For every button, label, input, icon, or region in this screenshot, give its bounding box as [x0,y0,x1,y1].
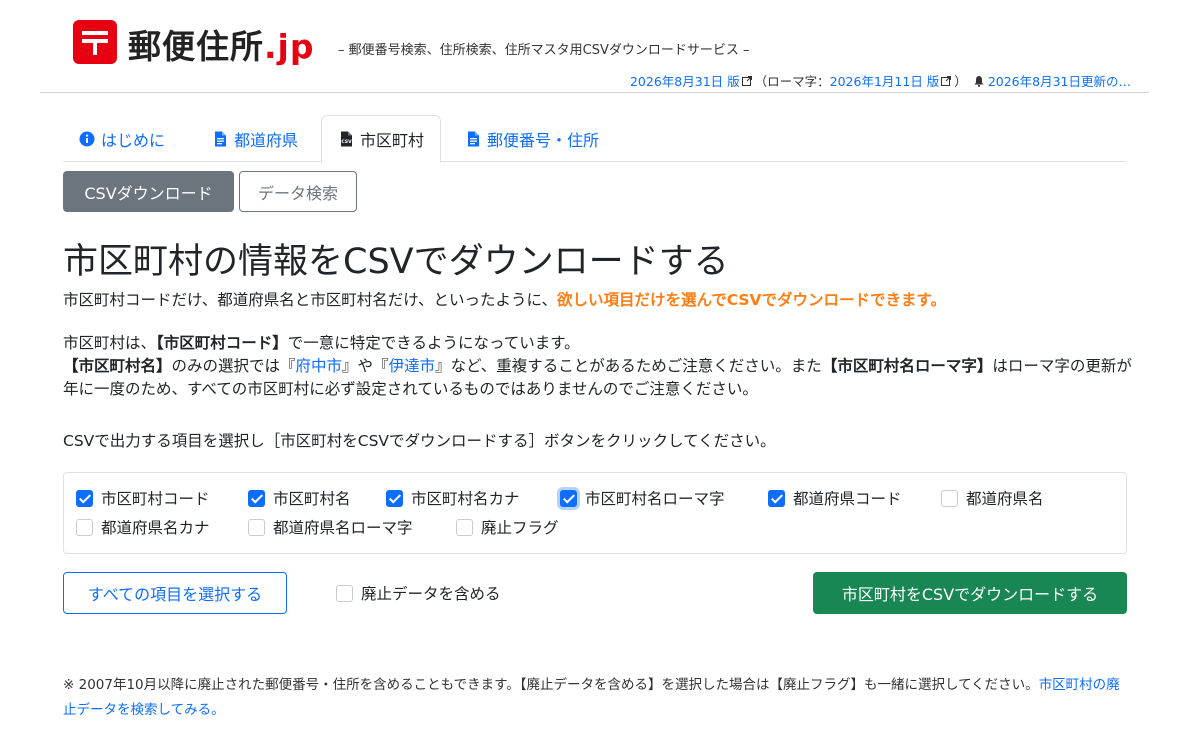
tab-label: 市区町村 [360,131,425,150]
checkbox[interactable] [76,489,93,507]
checkbox[interactable] [386,489,403,507]
page-title: 市区町村の情報をCSVでダウンロードする [63,242,729,282]
lead-text: 市区町村コードだけ、都道府県名と市区町村名だけ、といったように、欲しい項目だけを… [63,291,946,309]
tab-label: はじめに [101,130,166,150]
main-tabs: はじめに 都道府県 CSV 市区町村 郵便番号・住所 [63,115,1127,163]
field-checkbox-municipality-code[interactable]: 市区町村コード [76,487,210,509]
field-checkbox-prefecture-name[interactable]: 都道府県名 [941,487,1044,509]
field-checkbox-prefecture-romaji[interactable]: 都道府県名ローマ字 [248,516,413,538]
checkbox[interactable] [560,489,577,507]
version-info: 2026年8月31日 版 （ローマ字： 2026年1月11日 版 ） 2026年… [630,71,1131,90]
field-checkbox-obsolete-flag[interactable]: 廃止フラグ [456,516,559,538]
site-header: 郵便住所.jp – 郵便番号検索、住所検索、住所マスタ用CSVダウンロードサービ… [40,0,1149,93]
checkbox[interactable] [336,584,353,602]
include-obsolete-checkbox[interactable]: 廃止データを含める [336,582,501,604]
tab-municipalities[interactable]: CSV 市区町村 [321,115,442,163]
checkbox[interactable] [456,518,473,536]
site-brand[interactable]: 郵便住所.jp [128,20,314,68]
svg-text:CSV: CSV [341,139,352,145]
date-city-link[interactable]: 伊達市 [389,357,436,375]
field-checkbox-prefecture-kana[interactable]: 都道府県名カナ [76,516,210,538]
download-csv-button[interactable]: 市区町村をCSVでダウンロードする [813,572,1127,614]
bell-icon [974,75,984,87]
romaji-suffix: ） [954,74,967,89]
field-selection-box: 市区町村コード 市区町村名 市区町村名カナ 市区町村名ローマ字 都道府県コード … [63,472,1127,554]
tab-introduction[interactable]: はじめに [63,115,181,162]
checkbox[interactable] [248,518,265,536]
file-icon [468,131,479,146]
field-checkbox-municipality-romaji[interactable]: 市区町村名ローマ字 [560,487,725,509]
checkbox[interactable] [941,489,958,507]
checkbox[interactable] [248,489,265,507]
footnote: ※ 2007年10月以降に廃止された郵便番号・住所を含めることもできます。【廃止… [63,677,1120,718]
tab-label: 郵便番号・住所 [487,130,600,150]
instruction-text: CSVで出力する項目を選択し［市区町村をCSVでダウンロードする］ボタンをクリッ… [63,432,776,450]
tab-prefectures[interactable]: 都道府県 [196,115,314,162]
brand-tld: .jp [264,27,315,66]
data-search-subnav-button[interactable]: データ検索 [239,171,357,212]
update-news-link[interactable]: 2026年8月31日更新の… [988,71,1131,90]
fuchu-city-link[interactable]: 府中市 [296,357,343,375]
field-checkbox-municipality-name[interactable]: 市区町村名 [248,487,351,509]
field-checkbox-municipality-kana[interactable]: 市区町村名カナ [386,487,520,509]
romaji-version-link[interactable]: 2026年1月11日 版 [830,71,940,90]
postal-mark-logo-icon[interactable] [73,20,117,64]
site-tagline: – 郵便番号検索、住所検索、住所マスタ用CSVダウンロードサービス – [338,43,750,58]
external-link-icon [941,75,952,86]
romaji-prefix: （ローマ字： [754,74,830,89]
checkbox[interactable] [76,518,93,536]
select-all-fields-button[interactable]: すべての項目を選択する [63,572,287,614]
tab-postal-code-address[interactable]: 郵便番号・住所 [449,115,615,162]
version-link[interactable]: 2026年8月31日 版 [630,71,740,90]
csv-file-icon: CSV [341,131,352,147]
file-icon [215,131,226,146]
field-checkbox-prefecture-code[interactable]: 都道府県コード [768,487,902,509]
tab-label: 都道府県 [234,130,299,150]
description-text: 市区町村は、【市区町村コード】で一意に特定できるようになっています。 【市区町村… [63,334,1132,398]
lead-highlight: 欲しい項目だけを選んでCSVでダウンロードできます。 [557,291,946,309]
checkbox[interactable] [768,489,785,507]
csv-download-subnav-button[interactable]: CSVダウンロード [63,171,234,212]
info-icon [79,131,95,146]
external-link-icon [741,75,752,86]
